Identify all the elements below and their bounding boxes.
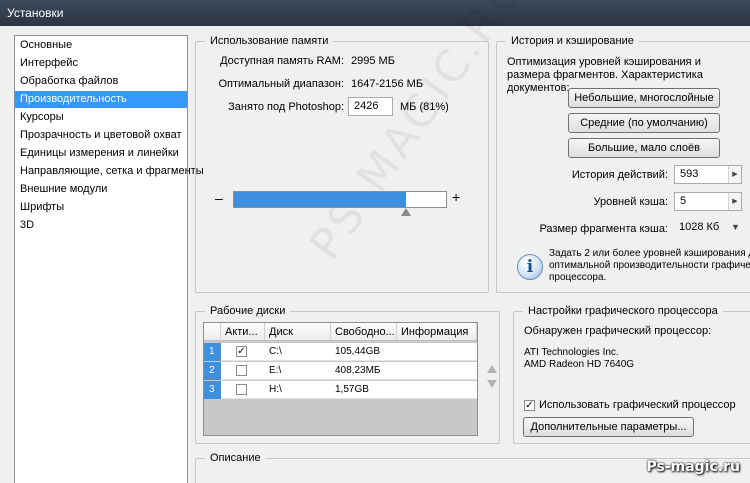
history-states-label: История действий: bbox=[571, 169, 668, 181]
optimal-range-label: Оптимальный диапазон: bbox=[218, 78, 344, 90]
preferences-sidebar: Основные Интерфейс Обработка файлов Прои… bbox=[14, 35, 204, 483]
site-watermark: Ps-magic.ru bbox=[646, 459, 740, 475]
sidebar-item-3d[interactable]: 3D bbox=[15, 217, 187, 234]
gpu-settings-legend: Настройки графического процессора bbox=[523, 304, 723, 318]
row-number: 1 bbox=[204, 343, 221, 361]
memory-slider-thumb[interactable] bbox=[401, 208, 411, 216]
cache-levels-value: 5 bbox=[680, 195, 687, 207]
gpu-detected-label: Обнаружен графический процессор: bbox=[524, 325, 712, 337]
table-header-disk[interactable]: Диск bbox=[265, 323, 331, 341]
sidebar-item-type[interactable]: Шрифты bbox=[15, 199, 187, 216]
advanced-settings-button[interactable]: Дополнительные параметры... bbox=[523, 417, 694, 437]
sidebar-item-transparency[interactable]: Прозрачность и цветовой охват bbox=[15, 127, 187, 144]
table-row[interactable]: 3 H:\ 1,57GB bbox=[204, 381, 477, 399]
cache-levels-stepper[interactable]: 5 ▶ bbox=[674, 192, 742, 211]
sidebar-item-guides-grid[interactable]: Направляющие, сетка и фрагменты bbox=[15, 163, 204, 180]
cache-levels-label: Уровней кэша: bbox=[593, 196, 668, 208]
table-header-info[interactable]: Информация bbox=[397, 323, 477, 341]
gpu-model: AMD Radeon HD 7640G bbox=[524, 359, 635, 370]
sidebar-item-cursors[interactable]: Курсоры bbox=[15, 109, 187, 126]
info-icon: i bbox=[517, 254, 543, 280]
disk-active-checkbox[interactable] bbox=[236, 384, 247, 395]
sidebar-item-interface[interactable]: Интерфейс bbox=[15, 55, 187, 72]
disk-name: E:\ bbox=[269, 365, 282, 376]
description-legend: Описание bbox=[205, 451, 266, 465]
row-number: 3 bbox=[204, 381, 221, 399]
row-number: 2 bbox=[204, 362, 221, 380]
cache-tile-size-select[interactable]: 1028 Кб ▼ bbox=[674, 219, 742, 238]
move-down-icon[interactable] bbox=[487, 380, 497, 388]
sidebar-item-plugins[interactable]: Внешние модули bbox=[15, 181, 187, 198]
history-states-value: 593 bbox=[680, 168, 699, 180]
photoshop-memory-suffix: МБ (81%) bbox=[400, 101, 449, 113]
memory-increase-button[interactable]: + bbox=[452, 190, 460, 204]
disk-free-space: 1,57GB bbox=[335, 384, 369, 395]
sidebar-item-units-rulers[interactable]: Единицы измерения и линейки bbox=[15, 145, 187, 162]
stepper-arrow-icon[interactable]: ▶ bbox=[728, 193, 741, 210]
move-up-icon[interactable] bbox=[487, 365, 497, 373]
sidebar-item-file-handling[interactable]: Обработка файлов bbox=[15, 73, 187, 90]
photoshop-memory-label: Занято под Photoshop: bbox=[228, 101, 344, 113]
optimal-range-value: 1647-2156 МБ bbox=[351, 78, 424, 90]
disk-active-checkbox[interactable]: ✓ bbox=[236, 346, 247, 357]
ram-value: 2995 МБ bbox=[351, 55, 395, 67]
window-title: Установки bbox=[7, 6, 64, 20]
sidebar-item-performance[interactable]: Производительность bbox=[15, 91, 187, 108]
chevron-down-icon[interactable]: ▼ bbox=[729, 219, 742, 236]
default-cache-button[interactable]: Средние (по умолчанию) bbox=[568, 113, 720, 133]
disk-active-checkbox[interactable] bbox=[236, 365, 247, 376]
use-gpu-checkbox[interactable]: ✓ bbox=[524, 400, 535, 411]
cache-info-line-2: оптимальной производительности графическ bbox=[549, 260, 750, 271]
use-gpu-label[interactable]: Использовать графический процессор bbox=[539, 398, 736, 412]
memory-decrease-button[interactable]: – bbox=[215, 191, 223, 205]
disk-free-space: 105,44GB bbox=[335, 346, 381, 357]
table-header-free[interactable]: Свободно... bbox=[331, 323, 397, 341]
table-row[interactable]: 2 E:\ 408,23МБ bbox=[204, 362, 477, 380]
disk-name: H:\ bbox=[269, 384, 282, 395]
scratch-disks-table: Акти... Диск Свободно... Информация 1 ✓ … bbox=[203, 322, 478, 436]
photoshop-memory-input[interactable]: 2426 bbox=[348, 97, 393, 116]
sidebar-item-general[interactable]: Основные bbox=[15, 37, 187, 54]
cache-tile-size-value: 1028 Кб bbox=[679, 221, 720, 233]
disk-name: C:\ bbox=[269, 346, 282, 357]
cache-info-line-3: процессора. bbox=[549, 272, 607, 283]
large-few-layers-button[interactable]: Большие, мало слоёв bbox=[568, 138, 720, 158]
memory-slider-track[interactable] bbox=[233, 191, 447, 208]
memory-usage-legend: Использование памяти bbox=[205, 34, 334, 48]
stepper-arrow-icon[interactable]: ▶ bbox=[728, 166, 741, 183]
history-states-stepper[interactable]: 593 ▶ bbox=[674, 165, 742, 184]
cache-tile-size-label: Размер фрагмента кэша: bbox=[539, 223, 668, 235]
table-header-active[interactable]: Акти... bbox=[221, 323, 265, 341]
cache-info-line-1: Задать 2 или более уровней кэширования д… bbox=[549, 248, 750, 259]
table-header-num bbox=[204, 323, 221, 341]
memory-slider-fill bbox=[234, 192, 406, 207]
history-cache-legend: История и кэширование bbox=[506, 34, 639, 48]
scratch-disks-legend: Рабочие диски bbox=[205, 304, 291, 318]
disk-free-space: 408,23МБ bbox=[335, 365, 381, 376]
ram-label: Доступная память RAM: bbox=[220, 55, 344, 67]
window-title-bar: Установки bbox=[0, 0, 750, 26]
small-layered-button[interactable]: Небольшие, многослойные bbox=[568, 88, 720, 108]
table-row[interactable]: 1 ✓ C:\ 105,44GB bbox=[204, 343, 477, 361]
